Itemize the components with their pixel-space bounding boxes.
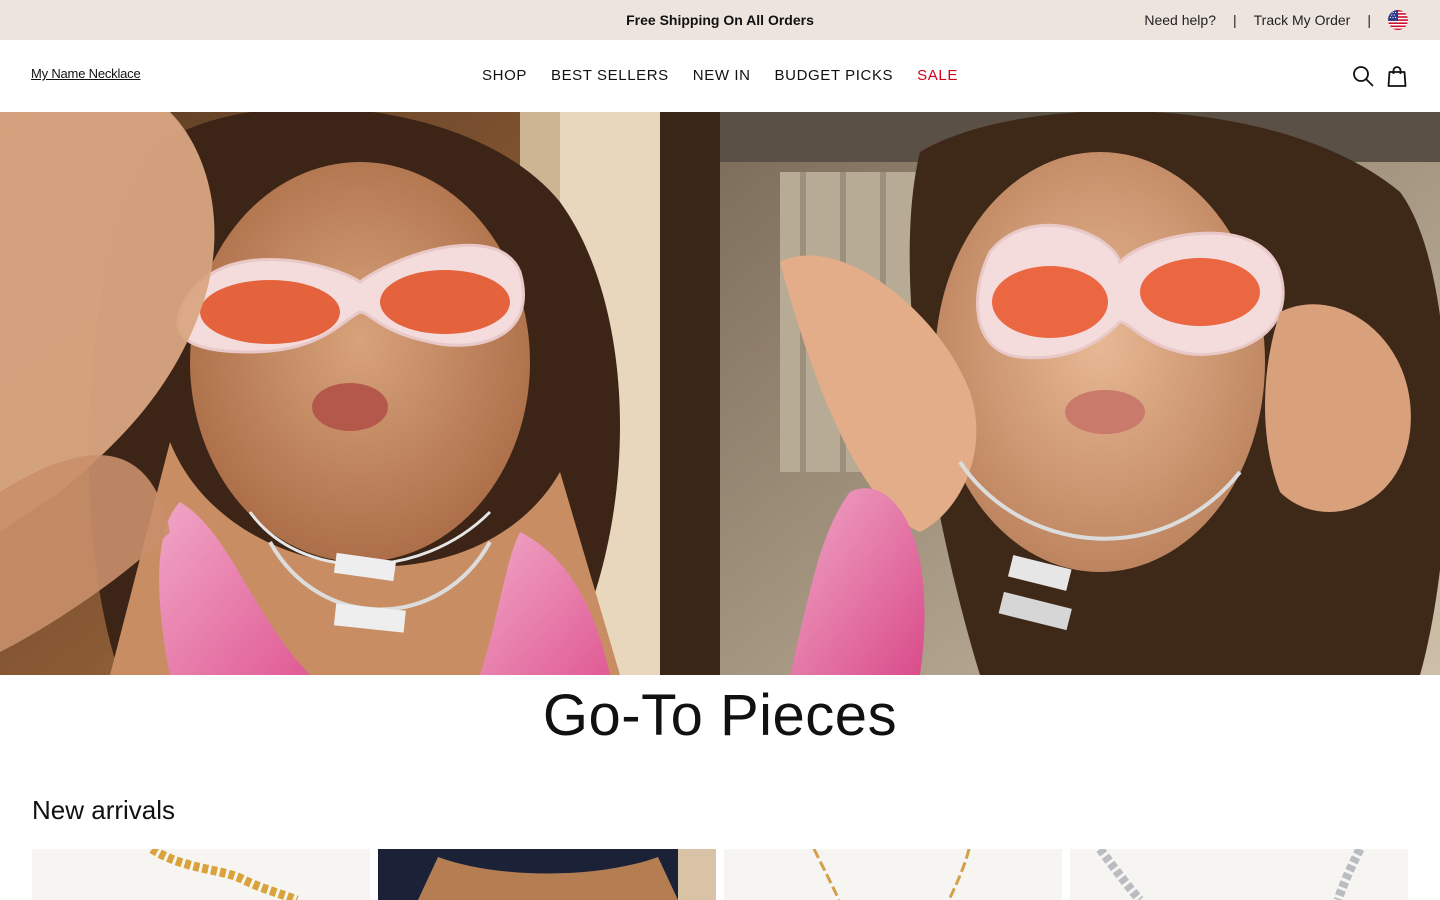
separator: | xyxy=(1233,12,1237,28)
nav-new-in[interactable]: NEW IN xyxy=(693,67,751,84)
silver-curb-chain-photo xyxy=(1070,849,1408,900)
search-icon[interactable] xyxy=(1352,65,1374,87)
utility-links: Need help? | Track My Order | xyxy=(1144,10,1408,30)
need-help-link[interactable]: Need help? xyxy=(1144,12,1216,28)
model-torso-photo xyxy=(378,849,716,900)
product-card[interactable] xyxy=(32,849,370,900)
nav-best-sellers[interactable]: BEST SELLERS xyxy=(551,67,669,84)
main-nav: SHOP BEST SELLERS NEW IN BUDGET PICKS SA… xyxy=(0,67,1440,84)
product-carousel xyxy=(32,849,1408,900)
new-arrivals-heading: New arrivals xyxy=(32,795,176,825)
nav-budget-picks[interactable]: BUDGET PICKS xyxy=(775,67,894,84)
announcement-bar: Free Shipping On All Orders Need help? |… xyxy=(0,0,1440,40)
track-order-link[interactable]: Track My Order xyxy=(1254,12,1351,28)
hero-banner[interactable] xyxy=(0,112,1440,675)
product-card[interactable] xyxy=(1070,849,1408,900)
gold-paperclip-chain-photo xyxy=(724,849,1062,900)
model-selfie-kiss-photo[interactable] xyxy=(0,112,720,675)
product-card[interactable] xyxy=(724,849,1062,900)
gold-curb-chain-photo xyxy=(32,849,370,900)
product-card[interactable] xyxy=(378,849,716,900)
separator: | xyxy=(1367,12,1371,28)
site-header: My Name Necklace SHOP BEST SELLERS NEW I… xyxy=(0,40,1440,112)
nav-sale[interactable]: SALE xyxy=(917,67,958,84)
nav-shop[interactable]: SHOP xyxy=(482,67,527,84)
us-flag-icon[interactable] xyxy=(1388,10,1408,30)
header-actions xyxy=(1352,65,1408,87)
section-heading: Go-To Pieces xyxy=(542,683,898,748)
shopping-bag-icon[interactable] xyxy=(1386,65,1408,87)
model-hands-on-face-photo[interactable] xyxy=(720,112,1440,675)
